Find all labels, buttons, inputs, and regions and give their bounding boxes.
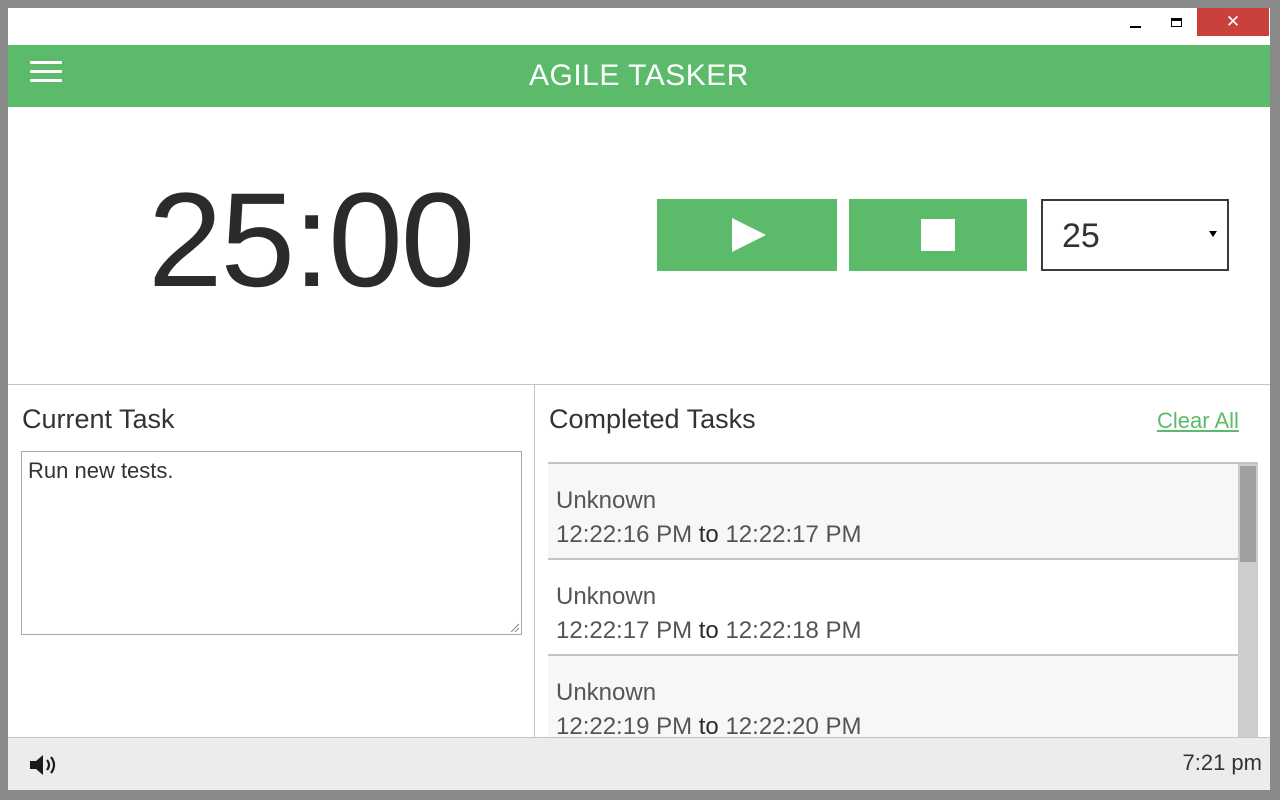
minutes-selected-value: 25 [1062,217,1100,255]
list-item[interactable]: Unknown 12:22:17 PM to 12:22:18 PM [548,560,1238,656]
chevron-down-icon [1209,231,1217,237]
task-name: Unknown [556,679,657,706]
section-divider [8,384,1270,385]
list-item[interactable]: Unknown 12:22:19 PM to 12:22:20 PM [548,656,1238,739]
status-bar: 7:21 pm [8,737,1270,790]
app-window: ✕ AGILE TASKER 25:00 25 Current Task Run… [8,8,1270,790]
scrollbar[interactable] [1238,464,1258,739]
task-time-range: 12:22:19 PM to 12:22:20 PM [556,713,862,739]
clear-all-link[interactable]: Clear All [1157,408,1239,434]
speaker-icon[interactable] [28,752,62,778]
window-titlebar: ✕ [8,8,1270,44]
play-button[interactable] [657,199,837,271]
maximize-icon [1170,17,1182,27]
task-name: Unknown [556,583,657,610]
current-task-title: Current Task [22,404,175,434]
resize-grip-icon[interactable] [509,622,519,632]
minutes-select[interactable]: 25 [1041,199,1229,271]
column-divider [534,385,535,737]
task-time-range: 12:22:16 PM to 12:22:17 PM [556,521,862,548]
task-time-range: 12:22:17 PM to 12:22:18 PM [556,617,862,644]
maximize-button[interactable] [1160,8,1192,36]
scrollbar-thumb[interactable] [1240,466,1256,562]
close-icon: ✕ [1225,12,1241,32]
completed-tasks-title: Completed Tasks [549,404,756,434]
app-header: AGILE TASKER [8,45,1270,107]
current-task-text: Run new tests. [28,458,174,483]
minimize-icon [1129,26,1141,28]
app-title: AGILE TASKER [529,59,749,92]
minimize-button[interactable] [1120,8,1150,36]
play-icon [732,218,766,252]
stop-button[interactable] [849,199,1027,271]
list-item[interactable]: Unknown 12:22:16 PM to 12:22:17 PM [548,464,1238,560]
completed-tasks-list[interactable]: Unknown 12:22:16 PM to 12:22:17 PM Unkno… [548,462,1258,739]
close-button[interactable]: ✕ [1197,8,1269,36]
current-task-textarea[interactable]: Run new tests. [21,451,522,635]
task-name: Unknown [556,487,657,514]
timer-display: 25:00 [148,166,475,315]
clock-time: 7:21 pm [1182,750,1263,775]
stop-icon [921,219,955,251]
